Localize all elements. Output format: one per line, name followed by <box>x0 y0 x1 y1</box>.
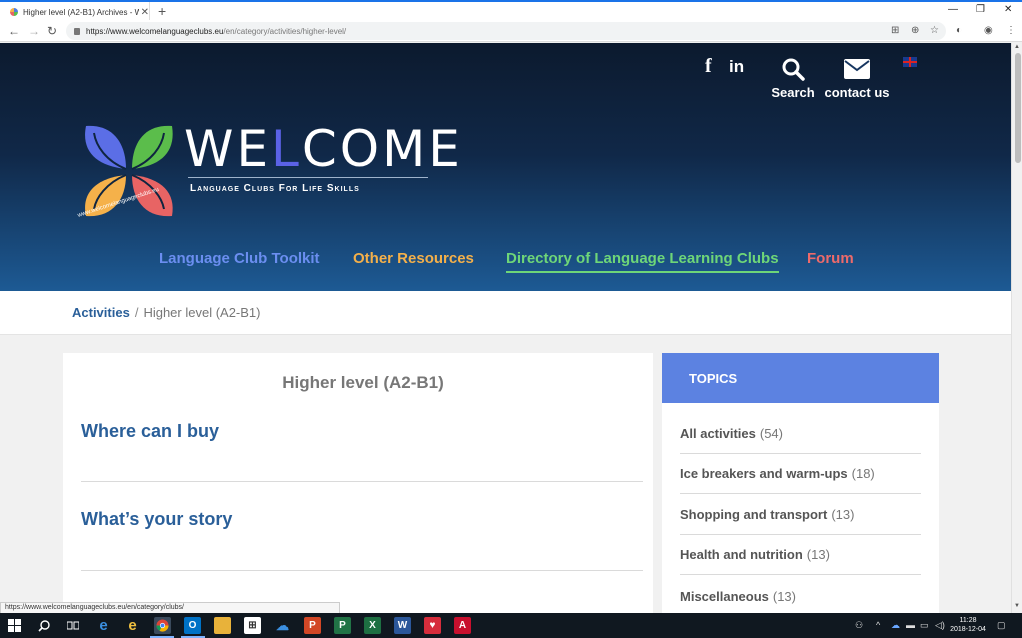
browser-tab-strip: Higher level (A2-B1) Archives - W ✕ + — … <box>0 0 1022 22</box>
search-button[interactable]: Search <box>770 53 816 100</box>
powerpoint-icon[interactable]: P <box>304 617 321 634</box>
minimize-icon[interactable]: — <box>948 4 958 15</box>
acrobat-icon[interactable]: A <box>454 617 471 634</box>
linkedin-icon[interactable]: in <box>729 57 744 77</box>
action-center-icon[interactable]: ▢ <box>997 620 1006 631</box>
topic-item[interactable]: Miscellaneous (13) <box>680 576 921 616</box>
post-title-link[interactable]: What’s your story <box>81 509 232 530</box>
network-icon[interactable]: ▭ <box>920 620 929 631</box>
windows-start-icon[interactable] <box>6 617 23 634</box>
profile-icon[interactable]: ◉ <box>984 25 993 36</box>
word-icon[interactable]: W <box>394 617 411 634</box>
onedrive-icon[interactable]: ☁ <box>274 617 291 634</box>
bookmark-star-icon[interactable]: ☆ <box>930 25 939 36</box>
nav-directory-of-language-learning-clubs[interactable]: Directory of Language Learning Clubs <box>506 250 779 273</box>
new-tab-icon[interactable]: + <box>158 3 166 19</box>
internet-explorer-icon[interactable]: e <box>124 617 141 634</box>
page-title: Higher level (A2-B1) <box>282 373 444 392</box>
scroll-thumb[interactable] <box>1015 53 1021 163</box>
site-logo[interactable]: WELCOME Language Clubs For Life Skills w… <box>76 121 460 231</box>
post-title-link[interactable]: Where can I buy <box>81 421 219 442</box>
contact-label: contact us <box>824 85 890 100</box>
breadcrumb: Activities / Higher level (A2-B1) <box>0 291 1011 335</box>
project-icon[interactable]: P <box>334 617 351 634</box>
site-header: f in Search contact us WELCOME Language … <box>0 43 1011 291</box>
browser-tab[interactable]: Higher level (A2-B1) Archives - W ✕ <box>4 2 150 22</box>
tray-chevron-icon[interactable]: ^ <box>876 620 880 630</box>
envelope-icon <box>844 53 870 85</box>
topic-item[interactable]: Shopping and transport (13) <box>680 495 921 535</box>
onedrive-tray-icon[interactable]: ☁ <box>891 620 900 631</box>
url-field[interactable]: https://www.welcomelanguageclubs.eu/en/c… <box>66 22 946 40</box>
task-view-icon[interactable] <box>64 617 81 634</box>
window-close-icon[interactable]: ✕ <box>1004 4 1012 15</box>
address-bar: ← → ↻ https://www.welcomelanguageclubs.e… <box>0 20 1022 42</box>
outlook-icon[interactable]: O <box>184 617 201 634</box>
url-host: https://www.welcomelanguageclubs.eu <box>86 26 224 36</box>
clock[interactable]: 11:28 2018-12-04 <box>950 616 986 634</box>
topic-item[interactable]: Health and nutrition (13) <box>680 535 921 575</box>
logo-tagline: Language Clubs For Life Skills <box>190 183 360 194</box>
excel-icon[interactable]: X <box>364 617 381 634</box>
back-icon[interactable]: ← <box>8 24 20 38</box>
logo-rule <box>188 177 428 178</box>
extension-icon[interactable]: ◐ <box>956 25 962 36</box>
translate-icon[interactable]: ⊞ <box>891 25 899 36</box>
search-icon[interactable] <box>35 617 52 634</box>
logo-petals-icon <box>85 125 173 217</box>
zoom-icon[interactable]: ⊕ <box>911 25 919 36</box>
topics-sidebar: TOPICS All activities (54) Ice breakers a… <box>662 353 939 613</box>
app-icon[interactable]: ♥ <box>424 617 441 634</box>
facebook-icon[interactable]: f <box>705 55 712 78</box>
topic-item[interactable]: Ice breakers and warm-ups (18) <box>680 454 921 494</box>
search-label: Search <box>771 85 815 100</box>
breadcrumb-activities-link[interactable]: Activities <box>72 305 130 320</box>
people-icon[interactable]: ⚇ <box>855 620 863 631</box>
forward-icon[interactable]: → <box>28 24 40 38</box>
breadcrumb-separator: / <box>134 305 139 320</box>
chrome-icon[interactable] <box>154 617 171 634</box>
contact-button[interactable]: contact us <box>824 53 890 100</box>
volume-icon[interactable]: ◁) <box>935 620 945 631</box>
edge-icon[interactable]: e <box>95 617 112 634</box>
uk-flag-icon[interactable] <box>903 57 917 67</box>
post-divider <box>81 570 643 571</box>
scroll-up-icon[interactable]: ▲ <box>1014 44 1020 50</box>
file-explorer-icon[interactable] <box>214 617 231 634</box>
url-path: /en/category/activities/higher-level/ <box>223 26 347 36</box>
nav-other-resources[interactable]: Other Resources <box>353 250 474 267</box>
nav-forum[interactable]: Forum <box>807 250 854 267</box>
topic-item[interactable]: All activities (54) <box>680 414 921 454</box>
restore-icon[interactable]: ❐ <box>976 4 985 15</box>
breadcrumb-current: Higher level (A2-B1) <box>143 305 261 320</box>
page-scrollbar[interactable]: ▲ ▼ <box>1011 43 1022 613</box>
scroll-down-icon[interactable]: ▼ <box>1014 603 1020 609</box>
main-content: Higher level (A2-B1) Where can I buy Wha… <box>63 353 653 613</box>
nav-language-club-toolkit[interactable]: Language Club Toolkit <box>159 250 320 267</box>
topics-heading: TOPICS <box>662 353 939 403</box>
reload-icon[interactable]: ↻ <box>47 24 57 38</box>
site-favicon-icon <box>10 8 18 16</box>
lock-icon <box>74 27 80 35</box>
logo-wordmark: WELCOME <box>184 120 463 178</box>
store-icon[interactable]: ⊞ <box>244 617 261 634</box>
tray-app-icon[interactable]: ▬ <box>906 620 915 630</box>
tab-title: Higher level (A2-B1) Archives - W <box>23 7 139 17</box>
post-divider <box>81 481 643 482</box>
menu-icon[interactable]: ⋮ <box>1006 25 1016 36</box>
search-icon <box>781 53 805 85</box>
windows-taskbar: e e O ⊞ ☁ P P X W ♥ A ⚇ ^ ☁ ▬ ▭ ◁) 11:28… <box>0 613 1022 638</box>
tab-close-icon[interactable]: ✕ <box>141 7 149 18</box>
